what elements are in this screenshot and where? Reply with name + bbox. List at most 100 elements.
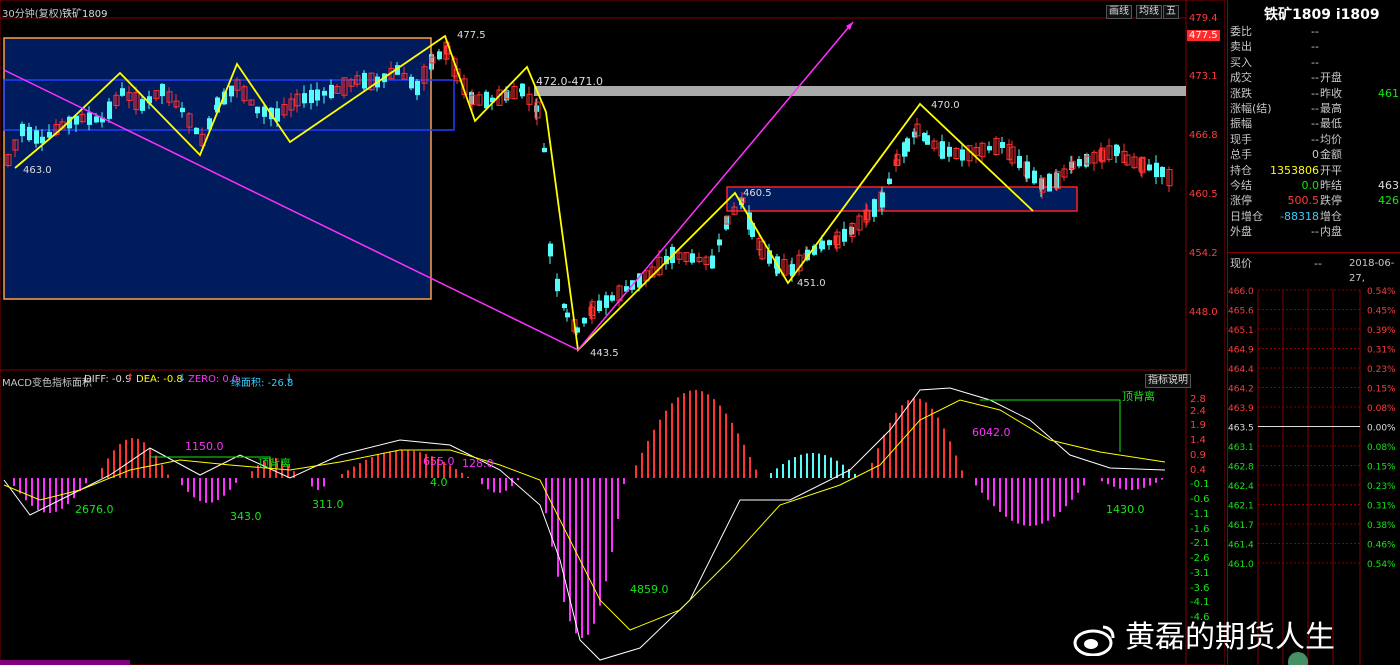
quote-panel: 铁矿1809 i1809 委比 -- 卖出 -- 买入 -- 成交 -- 开盘 涨跌 -- 昨收 461… bbox=[1227, 0, 1400, 665]
quote-label: 委比 bbox=[1230, 25, 1252, 38]
candle-body bbox=[548, 243, 553, 257]
depth-pct: 0.38% bbox=[1367, 521, 1396, 531]
candle-body bbox=[309, 89, 314, 104]
quote-value: -- bbox=[1311, 71, 1319, 85]
candle-body bbox=[20, 123, 25, 137]
candle-body bbox=[905, 138, 910, 152]
macd-axis-tick: -4.1 bbox=[1190, 597, 1210, 609]
quote-row: 涨幅(结) -- 最高 bbox=[1228, 101, 1400, 116]
quote-row: 外盘 -- 内盘 bbox=[1228, 224, 1400, 239]
price-tick: 473.1 bbox=[1189, 71, 1218, 82]
candle-body bbox=[690, 253, 695, 263]
candle-body bbox=[710, 255, 715, 269]
candle-body bbox=[107, 101, 112, 119]
macd-area-label: 2676.0 bbox=[75, 503, 114, 516]
annotation-4435: 443.5 bbox=[590, 348, 619, 359]
candle-body bbox=[437, 51, 442, 60]
candle-body bbox=[34, 130, 39, 144]
five-button[interactable]: 五 bbox=[1163, 5, 1179, 19]
tick-value: -- bbox=[1314, 257, 1322, 270]
depth-pct: 0.31% bbox=[1367, 346, 1396, 356]
indicator-help-button[interactable]: 指标说明 bbox=[1145, 374, 1191, 388]
annotation-4775: 477.5 bbox=[457, 30, 486, 41]
depth-price: 465.1 bbox=[1228, 326, 1254, 336]
candle-body bbox=[87, 112, 92, 125]
quote-label: 外盘 bbox=[1230, 225, 1252, 239]
quote-value: -- bbox=[1311, 132, 1319, 146]
kline-chart[interactable] bbox=[0, 0, 1225, 665]
depth-pct: 0.15% bbox=[1367, 463, 1396, 473]
candle-body bbox=[947, 146, 952, 157]
quote-label: 内盘 bbox=[1320, 225, 1342, 239]
candle-body bbox=[1115, 146, 1120, 154]
candle-body bbox=[1000, 142, 1005, 148]
top-divergence-label: 顶背离 bbox=[258, 457, 291, 470]
macd-title: MACD变色指标面积 bbox=[2, 378, 92, 389]
candle-body bbox=[329, 84, 334, 99]
quote-label: 日增仓 bbox=[1230, 209, 1263, 223]
quote-row: 日增仓 -88318 增仓 bbox=[1228, 209, 1400, 224]
ma-button[interactable]: 均线 bbox=[1136, 5, 1162, 19]
draw-line-button[interactable]: 画线 bbox=[1106, 5, 1132, 19]
candle-body bbox=[315, 89, 320, 101]
quote-row: 振幅 -- 最低 bbox=[1228, 116, 1400, 131]
quote-row: 总手 0 金额 bbox=[1228, 147, 1400, 162]
candle-body bbox=[555, 278, 560, 292]
candle-body bbox=[542, 147, 547, 153]
quote-label: 今结 bbox=[1230, 179, 1252, 192]
quote-label: 涨幅(结) bbox=[1230, 102, 1272, 115]
candle-body bbox=[820, 240, 825, 250]
candle-body bbox=[94, 116, 99, 123]
quote-label: 持仓 bbox=[1230, 163, 1252, 177]
quote-value: -- bbox=[1311, 25, 1319, 38]
depth-pct: 0.00% bbox=[1367, 424, 1396, 434]
down-arrow-icon: ↓ bbox=[178, 373, 187, 384]
macd-axis-tick: -0.1 bbox=[1190, 479, 1210, 491]
depth-price: 462.1 bbox=[1228, 502, 1254, 512]
quote-label: 昨收 bbox=[1320, 86, 1342, 100]
quote-value: 0 bbox=[1312, 148, 1319, 162]
candle-body bbox=[180, 107, 185, 113]
price-tick: 448.0 bbox=[1189, 307, 1218, 318]
depth-pct: 0.45% bbox=[1367, 307, 1396, 317]
quote-row: 买入 -- bbox=[1228, 55, 1400, 70]
macd-area-label: 311.0 bbox=[312, 498, 344, 511]
time-scrollbar bbox=[0, 660, 130, 665]
candle-body bbox=[415, 80, 420, 96]
candle-body bbox=[1147, 164, 1152, 171]
annotation-451: 451.0 bbox=[797, 278, 826, 289]
depth-price: 463.5 bbox=[1228, 424, 1254, 434]
price-tick: 460.5 bbox=[1189, 189, 1218, 200]
price-tick: 454.2 bbox=[1189, 248, 1218, 259]
annotation-472-471: 472.0-471.0 bbox=[536, 75, 603, 88]
period-label: 30分钟(复权) bbox=[2, 9, 63, 20]
chart-area[interactable]: 30分钟(复权) 铁矿1809 画线 均线 五 479.4 477.5 473.… bbox=[0, 0, 1225, 665]
candle-body bbox=[255, 106, 260, 114]
candle-body bbox=[362, 72, 367, 89]
annotation-470: 470.0 bbox=[931, 100, 960, 111]
quote-value: 463 bbox=[1378, 179, 1399, 192]
annotation-4605: 460.5 bbox=[743, 188, 772, 199]
macd-axis-tick: -3.1 bbox=[1190, 567, 1210, 579]
candle-body bbox=[1047, 173, 1052, 192]
quote-label: 开盘 bbox=[1320, 71, 1342, 85]
depth-price: 463.1 bbox=[1228, 443, 1254, 453]
candle-body bbox=[140, 99, 145, 111]
candle-body bbox=[484, 91, 489, 109]
quote-label: 开平 bbox=[1320, 163, 1342, 177]
candle-body bbox=[940, 141, 945, 159]
down-arrow-icon: ↓ bbox=[285, 373, 294, 384]
candle-body bbox=[322, 90, 327, 96]
macd-axis-tick: 1.4 bbox=[1190, 435, 1206, 447]
quote-row: 委比 -- bbox=[1228, 24, 1400, 39]
quote-label: 金额 bbox=[1320, 148, 1342, 162]
price-tick: 479.4 bbox=[1189, 13, 1218, 24]
candle-body bbox=[1154, 162, 1159, 178]
quote-label: 总手 bbox=[1230, 148, 1252, 162]
quote-label: 卖出 bbox=[1230, 40, 1252, 54]
macd-axis-tick: -2.1 bbox=[1190, 538, 1210, 550]
candle-body bbox=[194, 127, 199, 135]
depth-price: 466.0 bbox=[1228, 287, 1254, 297]
macd-axis-tick: 1.9 bbox=[1190, 420, 1206, 432]
symbol-label: 铁矿1809 bbox=[62, 9, 108, 20]
